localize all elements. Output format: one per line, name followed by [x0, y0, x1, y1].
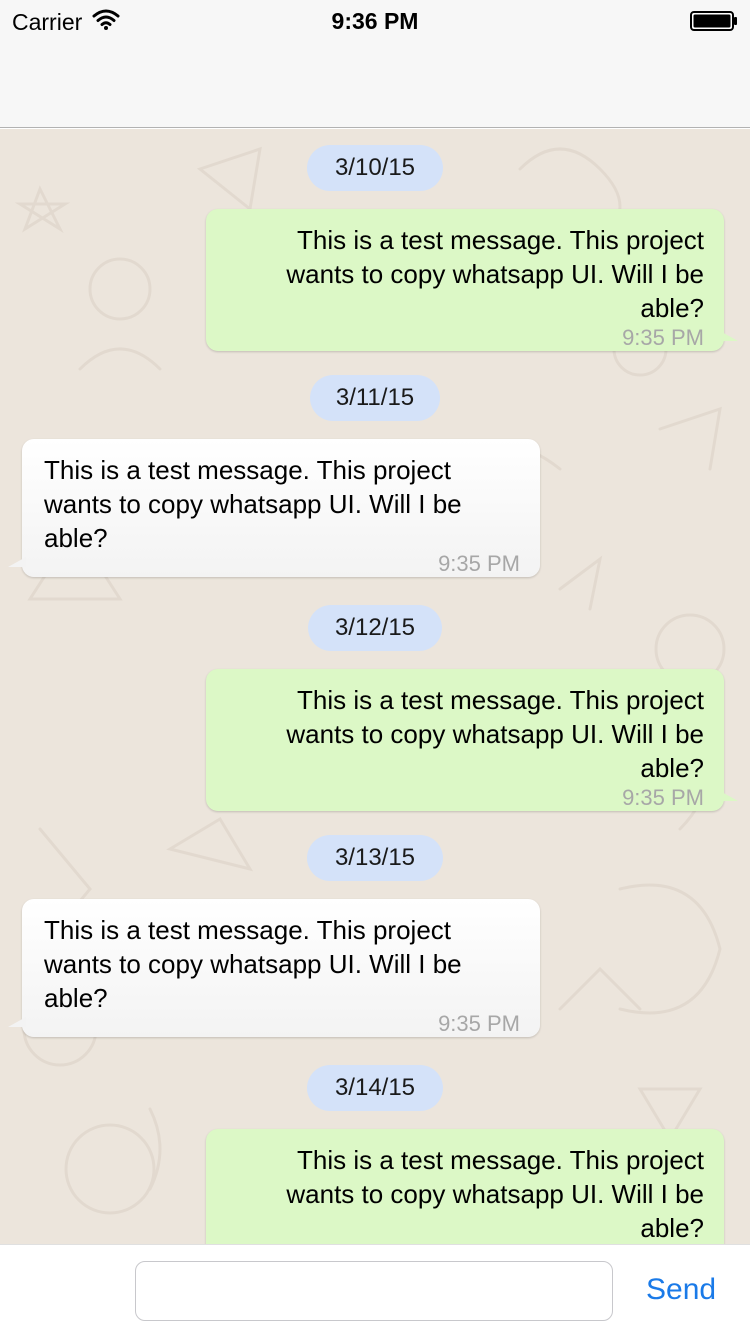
date-label: 3/13/15 — [334, 844, 416, 871]
message-text: This is a test message. This project wan… — [44, 915, 462, 1013]
date-label: 3/10/15 — [334, 154, 416, 181]
outgoing-message-bubble[interactable]: This is a test message. This project wan… — [206, 1129, 724, 1244]
incoming-message-bubble[interactable]: This is a test message. This project wan… — [8, 899, 540, 1037]
send-button[interactable]: Send — [646, 1273, 716, 1307]
message-input[interactable] — [135, 1261, 613, 1321]
outgoing-message-bubble[interactable]: This is a test message. This project wan… — [206, 209, 738, 351]
bubble-tail — [720, 331, 738, 341]
date-label: 3/12/15 — [334, 614, 416, 641]
message-text: This is a test message. This project wan… — [44, 455, 462, 553]
message-text: This is a test message. This project wan… — [286, 1145, 704, 1243]
date-separator: 3/11/15 — [310, 375, 440, 421]
message-text: This is a test message. This project wan… — [286, 225, 704, 323]
navigation-bar: Carrier 9:36 PM — [0, 0, 750, 128]
incoming-message-bubble[interactable]: This is a test message. This project wan… — [8, 439, 540, 577]
date-label: 3/11/15 — [335, 384, 415, 411]
bubble-tail — [720, 791, 738, 801]
date-separator: 3/14/15 — [307, 1065, 443, 1111]
message-time: 9:35 PM — [622, 325, 704, 350]
chat-scroll-area[interactable]: 3/10/15 This is a test message. This pro… — [0, 129, 750, 1244]
message-text: This is a test message. This project wan… — [286, 685, 704, 783]
date-separator: 3/10/15 — [307, 145, 443, 191]
date-separator: 3/13/15 — [307, 835, 443, 881]
bubble-tail — [8, 1017, 26, 1027]
outgoing-message-bubble[interactable]: This is a test message. This project wan… — [206, 669, 738, 811]
message-time: 9:35 PM — [438, 551, 520, 576]
message-time: 9:35 PM — [438, 1011, 520, 1036]
bubble-tail — [8, 557, 26, 567]
chat-screen: Carrier 9:36 PM 3/10/15 This is a test m… — [0, 0, 750, 1334]
message-time: 9:35 PM — [622, 785, 704, 810]
date-separator: 3/12/15 — [308, 605, 442, 651]
battery-icon — [690, 11, 738, 31]
status-time: 9:36 PM — [331, 8, 419, 34]
message-input-bar: Send — [0, 1244, 750, 1334]
date-label: 3/14/15 — [334, 1074, 416, 1101]
